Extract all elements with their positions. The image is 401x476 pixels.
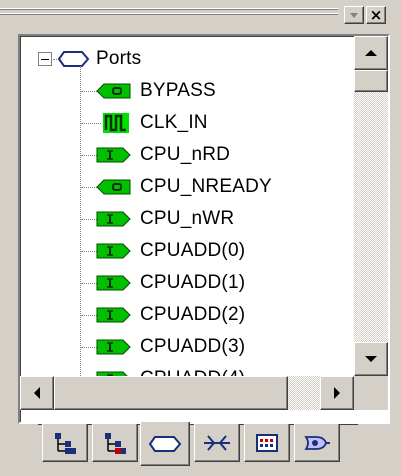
ports-tree-view[interactable]: Ports BYPASS CLK_IN CPU_nRD CPU_NREADY CPU_n… [18,34,390,424]
tree-root-label: Ports [96,48,142,69]
tab-hierarchy[interactable] [42,424,88,462]
port-input-icon [96,368,132,376]
vertical-scroll-thumb[interactable] [354,70,388,92]
collapse-expander-icon[interactable] [38,52,52,66]
scroll-right-button[interactable] [320,376,354,410]
port-input-icon [96,240,132,262]
port-clock-icon [96,112,132,134]
tree-item[interactable]: BYPASS [96,75,216,107]
tree-item[interactable]: CPUADD(2) [96,299,245,331]
tab-hierarchy-alt[interactable] [92,424,138,462]
hierarchy-alt-tab-icon [105,432,126,454]
close-icon: × [369,5,383,24]
tree-item-label: CPUADD(1) [140,272,246,293]
tab-memory[interactable] [244,424,290,462]
port-output-icon [96,176,132,198]
memory-tab-icon [256,433,278,452]
tree-item[interactable]: CPUADD(1) [96,267,245,299]
arrow-up-icon [365,50,377,56]
connections-tab-icon [204,434,230,451]
tree-item-label: CPUADD(0) [140,240,246,261]
tree-item[interactable]: CPU_nRD [96,139,230,171]
scroll-left-button[interactable] [20,376,54,410]
port-output-icon [96,80,132,102]
arrow-down-icon [365,356,377,362]
ports-panel-window: × Ports BYPASS CLK_IN CPU_nRD CPU_NREADY CPU… [0,0,401,476]
gates-tab-icon [304,435,330,450]
tree-item[interactable]: CPUADD(0) [96,235,245,267]
port-input-icon [96,336,132,358]
port-input-icon [96,208,132,230]
ports-tab-icon [148,435,182,452]
panel-tabs [38,422,358,468]
tree-item[interactable]: CPUADD(4) [96,363,245,376]
port-input-icon [96,272,132,294]
horizontal-scroll-thumb[interactable] [54,376,288,410]
ports-folder-icon [58,51,90,67]
tree-item[interactable]: CLK_IN [96,107,208,139]
tree-item-label: CLK_IN [140,112,208,133]
tree-item[interactable]: CPU_nWR [96,203,234,235]
tree-item[interactable]: CPU_NREADY [96,171,272,203]
tree-item-label: CPU_NREADY [140,176,272,197]
close-button[interactable]: × [366,6,386,24]
scroll-down-button[interactable] [354,342,388,376]
vertical-scrollbar[interactable] [354,36,388,376]
tree-item[interactable]: CPUADD(3) [96,331,245,363]
panel-title-bar[interactable]: × [0,0,401,30]
horizontal-scrollbar[interactable] [20,376,354,410]
tree-content: Ports BYPASS CLK_IN CPU_nRD CPU_NREADY CPU_n… [20,36,352,376]
arrow-left-icon [34,387,40,399]
tree-root-ports[interactable]: Ports [58,43,141,75]
tree-item-label: BYPASS [140,80,216,101]
tree-item-label: CPU_nRD [140,144,231,165]
arrow-right-icon [334,387,340,399]
port-input-icon [96,144,132,166]
scrollbar-corner [354,376,388,410]
scroll-up-button[interactable] [354,36,388,70]
tab-connections[interactable] [194,424,240,462]
drag-grip[interactable] [0,8,338,22]
dropdown-button[interactable] [344,6,364,24]
port-input-icon [96,304,132,326]
tree-item-label: CPUADD(3) [140,336,246,357]
tree-item-label: CPU_nWR [140,208,235,229]
dropdown-arrow-icon [350,13,358,18]
tab-gates[interactable] [294,424,340,462]
tree-item-label: CPUADD(4) [140,368,245,376]
hierarchy-tab-icon [55,432,76,454]
tab-ports[interactable] [140,422,190,466]
tree-item-label: CPUADD(2) [140,304,246,325]
